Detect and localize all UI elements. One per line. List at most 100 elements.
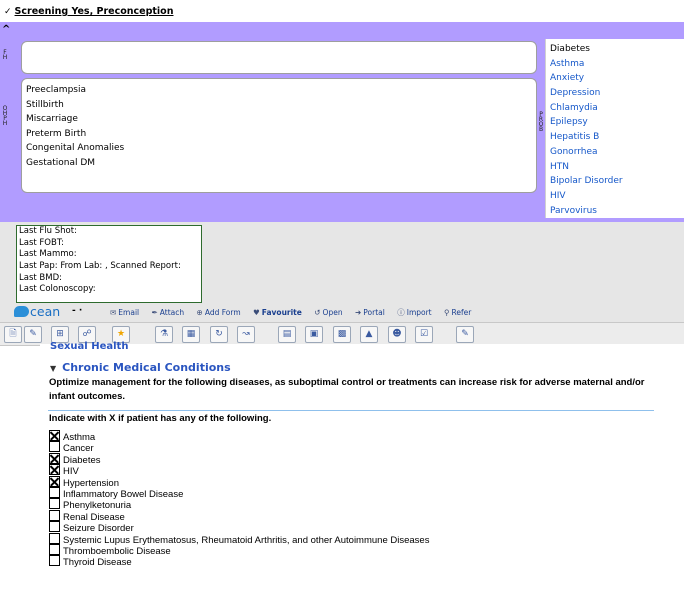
last-test-line: Last FOBT:	[19, 237, 64, 248]
condition-row: Renal Disease	[49, 509, 429, 523]
form-content: Sexual Health ▼ Chronic Medical Condition…	[40, 341, 684, 590]
condition-checkbox[interactable]	[49, 464, 60, 476]
prob-label: P R O B	[538, 111, 544, 133]
collapse-icon[interactable]: ^	[2, 24, 10, 35]
portal-link[interactable]: ➜ Portal	[355, 308, 390, 317]
fh-label: F H	[2, 49, 8, 61]
print-icon[interactable]: ▣	[305, 326, 323, 343]
condition-checkbox[interactable]	[49, 486, 60, 498]
triangle-down-icon: ▼	[50, 364, 57, 373]
open-icon: ↺	[314, 308, 321, 317]
condition-row: HIV	[49, 464, 429, 477]
heart-icon: ♥	[253, 308, 260, 317]
condition-row: Seizure Disorder	[49, 521, 429, 534]
location-pin-icon: ⚲	[444, 308, 450, 317]
last-test-line: Last BMD:	[19, 272, 62, 283]
chevron-down-icon: ✓	[4, 7, 12, 17]
checklist-icon[interactable]: ☑	[415, 326, 433, 343]
paperclip-icon: ✒	[151, 308, 158, 317]
lab-flask-icon[interactable]: ⚗	[155, 326, 173, 343]
ocean-logo[interactable]: cean	[14, 304, 60, 319]
import-link[interactable]: ⓘ Import	[397, 308, 436, 317]
condition-row: Asthma	[49, 430, 429, 443]
ocean-links: ✉ Email ✒ Attach ⊕ Add Form ♥ Favourite ↺ Ope…	[110, 307, 481, 318]
history-panel: ^ F H O H P H Preeclampsia Stillbirth Misc…	[0, 22, 684, 222]
condition-row: Cancer	[49, 441, 429, 454]
ocean-separator: - ·	[72, 306, 83, 316]
problem-item[interactable]: Hepatitis B	[550, 130, 684, 145]
section-title[interactable]: ✓ Screening Yes, Preconception	[4, 6, 173, 17]
obstetric-history-item: Congenital Anomalies	[26, 143, 125, 153]
document-icon[interactable]: ▤	[278, 326, 296, 343]
ocean-logo-icon	[14, 306, 29, 317]
email-icon: ✉	[110, 308, 117, 317]
instruction-text: Indicate with X if patient has any of th…	[49, 413, 272, 424]
new-document-icon[interactable]: 🗎	[4, 326, 22, 343]
import-icon: ⓘ	[397, 308, 405, 317]
problem-item[interactable]: HTN	[550, 160, 684, 175]
chronic-conditions-header[interactable]: ▼ Chronic Medical Conditions	[50, 361, 231, 374]
last-tests-box[interactable]: Last Flu Shot: Last FOBT: Last Mammo: Last …	[16, 225, 202, 303]
obstetric-history-item: Gestational DM	[26, 157, 96, 168]
condition-row: Phenylketonuria	[49, 498, 429, 511]
problem-item[interactable]: Asthma	[550, 57, 684, 72]
calendar-icon[interactable]: ▦	[182, 326, 200, 343]
open-link[interactable]: ↺ Open	[314, 308, 347, 317]
condition-checkbox[interactable]	[49, 430, 60, 441]
patient-icon[interactable]: ☻	[388, 326, 406, 343]
obstetric-history-field[interactable]: Preeclampsia Stillbirth Miscarriage Preterm…	[21, 78, 537, 193]
email-link[interactable]: ✉ Email	[110, 308, 144, 317]
problem-item[interactable]: Gonorrhea	[550, 145, 684, 160]
condition-checkbox[interactable]	[49, 441, 60, 453]
summary-area: Last Flu Shot: Last FOBT: Last Mammo: Last …	[0, 222, 684, 322]
condition-checkbox[interactable]	[49, 555, 60, 567]
condition-row: Systemic Lupus Erythematosus, Rheumatoid…	[49, 532, 429, 546]
section-header[interactable]: ✓ Screening Yes, Preconception	[0, 0, 684, 22]
obstetric-history-item: Preterm Birth	[26, 128, 87, 139]
condition-checkbox[interactable]	[49, 452, 60, 464]
condition-checkbox[interactable]	[49, 509, 60, 521]
favourite-link[interactable]: ♥ Favourite	[253, 308, 307, 317]
add-note-icon[interactable]: ✎	[24, 326, 42, 343]
ocean-logo-text: cean	[30, 304, 61, 319]
problem-item[interactable]: Epilepsy	[550, 115, 684, 130]
family-history-field[interactable]	[21, 41, 537, 74]
obstetric-history-item: Miscarriage	[26, 114, 78, 124]
problem-item[interactable]: Parvovirus	[550, 204, 684, 219]
problem-list-items: Diabetes Asthma Anxiety Depression Chlamydia…	[546, 39, 684, 218]
condition-row: Diabetes	[49, 452, 429, 466]
last-test-line: Last Flu Shot:	[19, 226, 77, 236]
attach-link[interactable]: ✒ Attach	[152, 308, 190, 317]
condition-row: Thyroid Disease	[49, 555, 429, 569]
history-icon[interactable]: ↻	[210, 326, 228, 343]
condition-row: Hypertension	[49, 475, 429, 489]
problem-item[interactable]: Bipolar Disorder	[550, 174, 684, 189]
condition-checkbox[interactable]	[49, 498, 60, 510]
prev-section-title[interactable]: Sexual Health	[50, 341, 128, 350]
problem-item[interactable]: Depression	[550, 86, 684, 101]
section-description: Optimize management for the following di…	[49, 377, 645, 402]
last-test-line: Last Mammo:	[19, 249, 77, 260]
section-title-text: Screening Yes, Preconception	[14, 6, 174, 17]
problem-item[interactable]: Anxiety	[550, 71, 684, 86]
problem-item[interactable]: Chlamydia	[550, 101, 684, 116]
condition-checkbox[interactable]	[49, 475, 60, 487]
condition-checkbox[interactable]	[49, 521, 60, 533]
oh-label: O H P H	[2, 105, 8, 127]
last-test-line: Last Pap: From Lab: , Scanned Report:	[19, 261, 181, 272]
graph-icon[interactable]: ▲	[360, 326, 378, 343]
chart-icon[interactable]: ↝	[237, 326, 255, 343]
problem-list[interactable]: Diabetes Asthma Anxiety Depression Chlamydia…	[545, 39, 684, 218]
ocean-toolbar: cean - · ✉ Email ✒ Attach ⊕ Add Form ♥ Favou…	[14, 304, 684, 319]
last-test-line: Last Colonoscopy:	[19, 284, 96, 295]
condition-label: Thyroid Disease	[63, 557, 132, 569]
comment-icon[interactable]: ✎	[456, 326, 474, 343]
report-icon[interactable]: ▩	[333, 326, 351, 343]
condition-checkbox[interactable]	[49, 532, 60, 544]
refer-link[interactable]: ⚲ Refer	[444, 308, 476, 317]
add-form-link[interactable]: ⊕ Add Form	[197, 308, 246, 317]
condition-checkbox[interactable]	[49, 543, 60, 555]
obstetric-history-item: Preeclampsia	[26, 85, 86, 95]
problem-item[interactable]: HIV	[550, 189, 684, 204]
portal-icon: ➜	[354, 308, 362, 317]
